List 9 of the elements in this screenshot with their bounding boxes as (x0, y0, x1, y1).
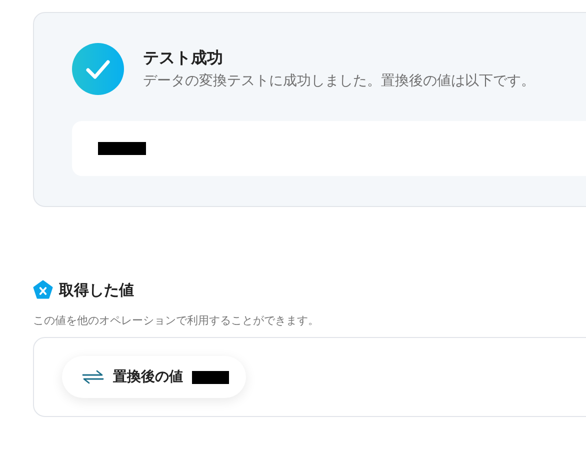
redaction-bar (98, 142, 146, 155)
swap-icon (82, 370, 104, 384)
redaction-bar (192, 370, 229, 384)
section-title: 取得した値 (59, 280, 134, 300)
result-title: テスト成功 (143, 48, 224, 69)
variable-icon (33, 280, 53, 300)
result-message: データの変換テストに成功しました。置換後の値は以下です。 (143, 72, 535, 90)
section-description: この値を他のオペレーションで利用することができます。 (33, 313, 320, 328)
value-chip[interactable]: 置換後の値 (62, 356, 246, 398)
